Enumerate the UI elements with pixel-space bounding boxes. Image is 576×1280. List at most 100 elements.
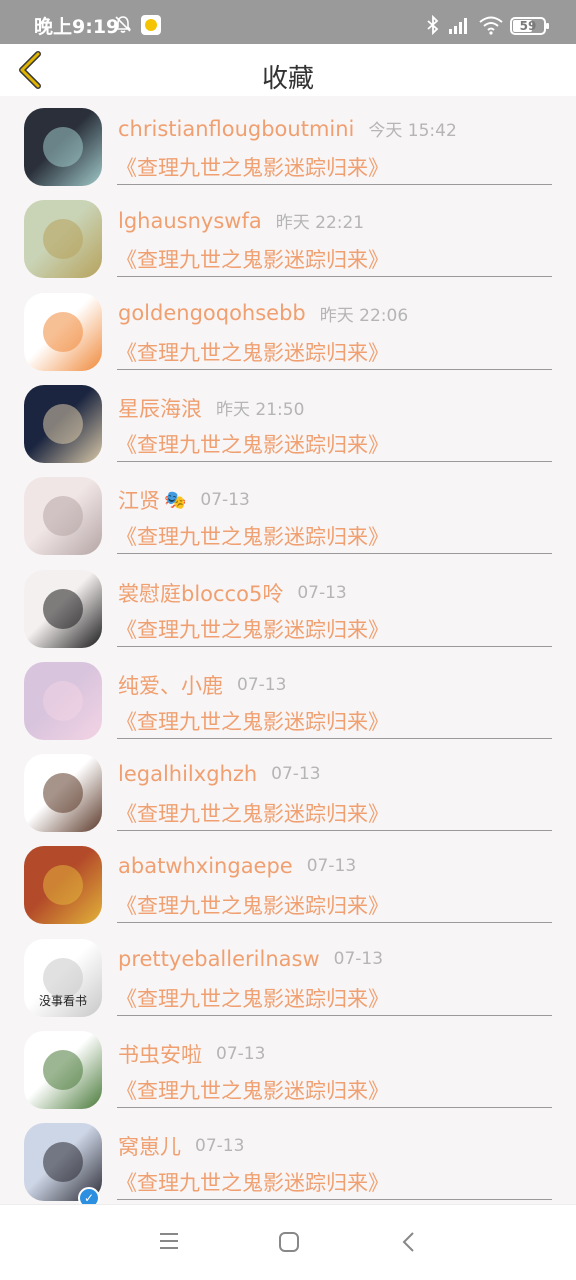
list-item[interactable]: abatwhxingaepe 07-13 《查理九世之鬼影迷踪归来》 [0,840,576,932]
user-name[interactable]: lghausnyswfa [118,209,262,233]
divider [117,737,552,739]
list-item[interactable]: 书虫安啦 07-13 《查理九世之鬼影迷踪归来》 [0,1025,576,1117]
battery-level: 59 [519,19,537,33]
theater-mask-icon: 🎭 [164,489,187,511]
user-name[interactable]: 窝崽儿 [118,1131,181,1161]
list-item[interactable]: 纯爱、小鹿 07-13 《查理九世之鬼影迷踪归来》 [0,656,576,748]
timestamp: 07-13 [297,582,347,603]
avatar[interactable] [24,754,102,833]
item-header: legalhilxghzh 07-13 [118,762,321,786]
timestamp: 07-13 [271,764,321,785]
favorites-list: christianflougboutmini 今天 15:42 《查理九世之鬼影迷踪… [0,96,576,1204]
timestamp: 07-13 [200,490,250,511]
user-name[interactable]: abatwhxingaepe [118,854,293,878]
timestamp: 今天 15:42 [368,121,457,141]
book-title-link[interactable]: 《查理九世之鬼影迷踪归来》 [116,429,389,459]
divider [117,276,552,278]
user-name[interactable]: goldengoqohsebb [118,301,306,325]
avatar[interactable] [24,292,102,371]
user-name[interactable]: 江贤 [118,485,160,515]
bell-off-icon [113,14,133,38]
timestamp: 07-13 [195,1136,245,1157]
divider [117,553,552,555]
divider [117,184,552,185]
timestamp: 07-13 [306,856,357,877]
item-header: goldengoqohsebb 昨天 22:06 [118,301,408,326]
header: 收藏 [0,44,576,96]
item-header: lghausnyswfa 昨天 22:21 [118,208,365,234]
timestamp: 07-13 [237,674,287,695]
avatar[interactable] [24,569,102,648]
qq-app-icon [141,15,161,35]
list-item[interactable]: 没事看书 prettyeballerilnasw 07-13 《查理九世之鬼影迷踪归来… [0,933,576,1025]
list-item[interactable]: goldengoqohsebb 昨天 22:06 《查理九世之鬼影迷踪归来》 [0,287,576,379]
timestamp: 昨天 22:06 [319,305,409,326]
user-name[interactable]: 裳慰庭blocco5呤 [118,578,283,608]
list-item[interactable]: legalhilxghzh 07-13 《查理九世之鬼影迷踪归来》 [0,748,576,840]
divider [117,922,552,924]
avatar[interactable] [24,846,102,925]
item-header: abatwhxingaepe 07-13 [118,854,356,878]
user-name[interactable]: christianflougboutmini [118,117,354,141]
book-title-link[interactable]: 《查理九世之鬼影迷踪归来》 [116,1167,389,1197]
list-item[interactable]: 星辰海浪 昨天 21:50 《查理九世之鬼影迷踪归来》 [0,379,576,471]
list-item[interactable]: lghausnyswfa 昨天 22:21 《查理九世之鬼影迷踪归来》 [0,194,576,286]
verified-badge-icon: ✓ [78,1187,100,1204]
divider [117,460,552,462]
item-header: 窝崽儿 07-13 [118,1131,244,1161]
navigation-bar [0,1204,576,1280]
avatar[interactable] [24,200,102,279]
user-name[interactable]: 纯爱、小鹿 [118,670,223,700]
book-title-link[interactable]: 《查理九世之鬼影迷踪归来》 [116,983,389,1013]
user-name[interactable]: legalhilxghzh [118,762,257,786]
timestamp: 昨天 21:50 [216,400,305,421]
item-header: prettyeballerilnasw 07-13 [118,947,383,971]
bluetooth-icon [426,14,440,39]
status-bar: 晚上9:19 59 [0,0,576,44]
divider [117,1107,552,1108]
timestamp: 昨天 22:21 [275,213,365,234]
item-header: christianflougboutmini 今天 15:42 [118,116,457,142]
status-time: 晚上9:19 [34,16,120,38]
book-title-link[interactable]: 《查理九世之鬼影迷踪归来》 [116,337,389,367]
back-icon[interactable] [400,1231,418,1257]
list-item[interactable]: 江贤 🎭 07-13 《查理九世之鬼影迷踪归来》 [0,471,576,563]
book-title-link[interactable]: 《查理九世之鬼影迷踪归来》 [116,798,389,828]
book-title-link[interactable]: 《查理九世之鬼影迷踪归来》 [116,614,389,644]
wifi-icon [478,15,504,39]
book-title-link[interactable]: 《查理九世之鬼影迷踪归来》 [116,890,389,920]
item-header: 星辰海浪 昨天 21:50 [118,393,304,423]
item-header: 江贤 🎭 07-13 [118,485,250,515]
list-item[interactable]: christianflougboutmini 今天 15:42 《查理九世之鬼影迷踪… [0,102,576,194]
book-title-link[interactable]: 《查理九世之鬼影迷踪归来》 [116,706,389,736]
divider [117,1199,552,1201]
list-item[interactable]: 裳慰庭blocco5呤 07-13 《查理九世之鬼影迷踪归来》 [0,564,576,656]
timestamp: 07-13 [333,948,384,969]
book-title-link[interactable]: 《查理九世之鬼影迷踪归来》 [116,1075,389,1105]
user-name[interactable]: 书虫安啦 [118,1039,202,1069]
user-name[interactable]: prettyeballerilnasw [118,947,320,971]
avatar[interactable] [24,1031,102,1109]
list-item[interactable]: ✓ 窝崽儿 07-13 《查理九世之鬼影迷踪归来》 [0,1117,576,1204]
avatar[interactable] [24,477,102,556]
menu-icon[interactable] [158,1231,180,1255]
signal-icon [448,15,472,39]
divider [117,1014,552,1016]
book-title-link[interactable]: 《查理九世之鬼影迷踪归来》 [116,521,389,551]
page-title: 收藏 [261,64,314,94]
avatar[interactable] [24,661,102,740]
user-name[interactable]: 星辰海浪 [118,393,202,423]
divider [117,645,552,647]
item-header: 裳慰庭blocco5呤 07-13 [118,578,347,608]
battery-icon: 59 [510,17,549,35]
book-title-link[interactable]: 《查理九世之鬼影迷踪归来》 [116,152,389,182]
avatar[interactable]: 没事看书 [24,938,102,1017]
timestamp: 07-13 [216,1044,266,1064]
divider [117,368,552,370]
avatar-caption: 没事看书 [38,993,87,1008]
divider [117,830,552,832]
avatar[interactable] [24,108,102,186]
home-icon[interactable] [278,1231,300,1257]
avatar[interactable] [24,384,102,463]
book-title-link[interactable]: 《查理九世之鬼影迷踪归来》 [116,244,389,274]
